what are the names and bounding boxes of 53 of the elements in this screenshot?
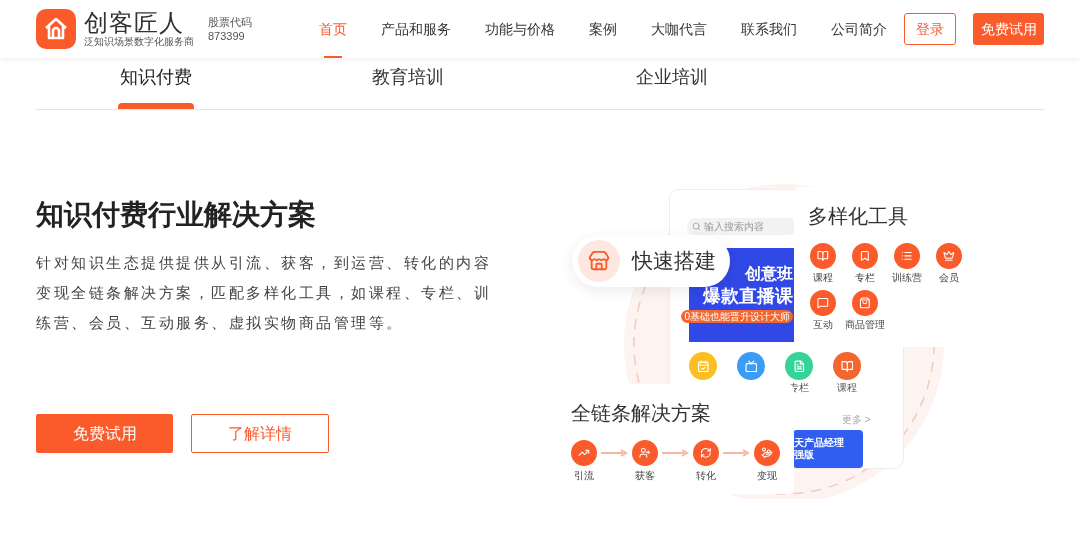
refresh-icon [693, 440, 719, 466]
tool-label: 互动 [813, 319, 833, 331]
book-icon [833, 352, 861, 380]
bookmark-icon [852, 243, 878, 269]
nav-link[interactable]: 案例 [572, 0, 634, 58]
logo-icon [36, 9, 76, 49]
nav-link[interactable]: 大咖代言 [634, 0, 724, 58]
stock-label: 股票代码 [208, 15, 252, 29]
card-title: 多样化工具 [808, 204, 909, 229]
arrow-icon [723, 449, 750, 457]
banner-title: 爆款直播课 [703, 285, 793, 308]
step-label: 获客 [635, 470, 655, 482]
stock-code: 873399 [208, 29, 246, 43]
store-icon [578, 240, 620, 282]
user-plus-icon [632, 440, 658, 466]
tool-label: 专栏 [855, 272, 875, 284]
category-tab[interactable]: 企业培训 [540, 58, 804, 109]
step-label: 转化 [696, 470, 716, 482]
banner-title: 强版 [794, 449, 815, 461]
hero-description: 针对知识生态提供提供从引流、获客，到运营、转化的内容变现全链条解决方案，匹配多样化工具，如课程、专栏、训练营、会员、互动服务、虚拟实物商品管理等。 [36, 253, 492, 333]
tv-icon [737, 352, 765, 380]
nav-link[interactable]: 功能与价格 [468, 0, 572, 58]
hero-title: 知识付费行业解决方案 [36, 198, 317, 232]
tool-label: 商品管理 [845, 319, 885, 331]
chat-icon [810, 290, 836, 316]
nav-link[interactable]: 联系我们 [724, 0, 814, 58]
tool-label: 课程 [813, 272, 833, 284]
search-icon [692, 222, 701, 231]
tool-label: 训练营 [892, 272, 922, 284]
chart-icon [571, 440, 597, 466]
card-title: 快速搭建 [632, 248, 716, 275]
calendar-icon [689, 352, 717, 380]
step-label: 引流 [574, 470, 594, 482]
shortcut-label: 课程 [837, 382, 857, 394]
document-icon [785, 352, 813, 380]
logo-slogan: 泛知识场景数字化服务商 [84, 37, 194, 47]
tool-label: 会员 [939, 272, 959, 284]
banner-title: 天产品经理 [794, 437, 845, 449]
hand-coin-icon [754, 440, 780, 466]
banner-title: 创意班 [745, 264, 793, 284]
arrow-icon [601, 449, 628, 457]
category-tab[interactable]: 知识付费 [36, 58, 276, 109]
nav-link[interactable]: 产品和服务 [364, 0, 468, 58]
book-icon [810, 243, 836, 269]
bag-icon [852, 290, 878, 316]
category-tab[interactable]: 教育培训 [276, 58, 540, 109]
step-label: 变现 [757, 470, 777, 482]
card-title: 全链条解决方案 [571, 401, 712, 426]
nav-link[interactable]: 公司简介 [814, 0, 904, 58]
list-icon [894, 243, 920, 269]
logo-name: 创客匠人 [84, 11, 185, 35]
arrow-icon [662, 449, 689, 457]
banner-tag: 0基础也能晋升设计大师 [681, 310, 793, 323]
